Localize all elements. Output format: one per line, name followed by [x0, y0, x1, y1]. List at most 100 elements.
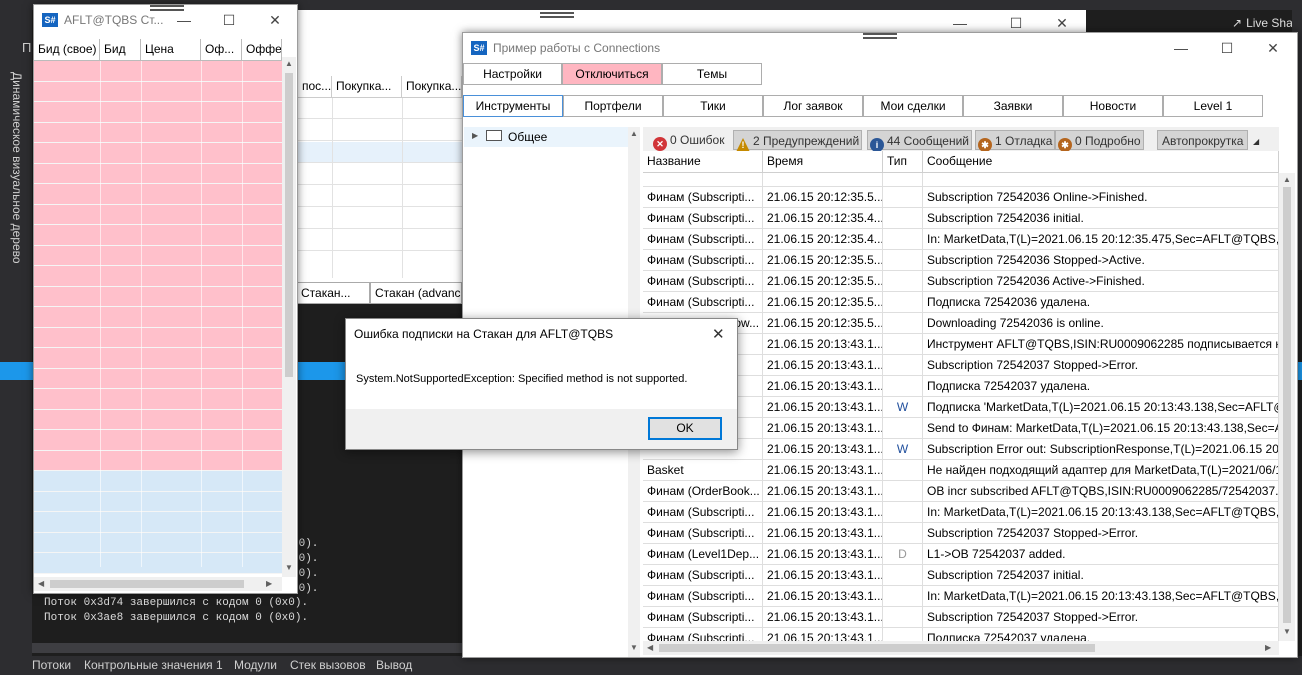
expand-icon[interactable]: ▶ [472, 131, 478, 140]
log-row[interactable]: Финам (Subscripti... 21.06.15 20:13:43.1.… [643, 628, 1279, 641]
log-row[interactable]: 21.06.15 20:13:43.1... Подписка 72542037 … [643, 376, 1279, 397]
drag-handle-icon[interactable] [863, 33, 897, 39]
output-scrollbar[interactable] [32, 643, 462, 653]
titlebar[interactable]: S# AFLT@TQBS Ст... — ☐ ✕ [34, 5, 297, 35]
log-row[interactable]: 21.06.15 20:13:43.1... W Subscription Erro… [643, 439, 1279, 460]
tab-portfolios[interactable]: Портфели [563, 95, 663, 117]
orderbook-row[interactable] [34, 389, 282, 410]
close-icon[interactable]: ✕ [265, 11, 285, 29]
maximize-icon[interactable]: ☐ [219, 11, 239, 29]
orderbook-row[interactable] [34, 266, 282, 287]
log-row[interactable]: 21.06.15 20:13:43.1... Send to Финам: Mar… [643, 418, 1279, 439]
orderbook-row[interactable] [34, 184, 282, 205]
log-row[interactable]: Финам (Subscripti... 21.06.15 20:13:43.1.… [643, 586, 1279, 607]
log-row[interactable]: Финам (Subscripti... 21.06.15 20:12:35.5.… [643, 271, 1279, 292]
scroll-thumb[interactable] [659, 644, 1095, 652]
orderbook-row[interactable] [34, 368, 282, 389]
horizontal-scrollbar[interactable]: ◀ ▶ [34, 577, 282, 591]
disconnect-button[interactable]: Отключиться [562, 63, 662, 85]
log-row[interactable]: 21.06.15 20:13:43.1... W Подписка 'MarketD… [643, 397, 1279, 418]
orderbook-row[interactable] [34, 553, 282, 574]
drag-handle-icon[interactable] [540, 12, 574, 18]
log-row[interactable]: Финам (OrderBook... 21.06.15 20:13:43.1..… [643, 481, 1279, 502]
live-visual-tree-tab[interactable]: Динамическое визуальное дерево [8, 72, 24, 272]
orderbook-row[interactable] [34, 471, 282, 492]
orderbook-row[interactable] [34, 532, 282, 553]
grid-row[interactable] [296, 208, 462, 229]
scroll-right-icon[interactable]: ▶ [1265, 643, 1271, 652]
vertical-scrollbar[interactable]: ▲ ▼ [282, 57, 296, 577]
tab-modules[interactable]: Модули [234, 658, 277, 672]
log-horizontal-scrollbar[interactable]: ◀ ▶ [643, 641, 1279, 655]
scroll-left-icon[interactable]: ◀ [38, 579, 44, 588]
tab-threads[interactable]: Потоки [32, 658, 71, 672]
titlebar[interactable]: S# Пример работы с Connections — ☐ ✕ [463, 33, 1297, 63]
warnings-filter-button[interactable]: ! 2 Предупреждений [733, 130, 863, 152]
tab-news[interactable]: Новости [1063, 95, 1163, 117]
tab-watch-1[interactable]: Контрольные значения 1 [84, 658, 223, 672]
log-row[interactable]: 21.06.15 20:13:43.1... Инструмент AFLT@TQ… [643, 334, 1279, 355]
orderbook-row[interactable] [34, 450, 282, 471]
scroll-right-icon[interactable]: ▶ [266, 579, 272, 588]
log-row[interactable]: Финам (Subscripti... 21.06.15 20:13:43.1.… [643, 565, 1279, 586]
log-row[interactable]: 21.06.15 20:13:43.1... Subscription 72542… [643, 355, 1279, 376]
orderbook-row[interactable] [34, 245, 282, 266]
vs-menu-item[interactable]: П [22, 40, 31, 55]
errors-filter-button[interactable]: ✕ 0 Ошибок [653, 130, 724, 151]
grid-row[interactable] [296, 186, 462, 207]
minimize-icon[interactable]: — [1171, 39, 1191, 57]
close-icon[interactable]: ✕ [1052, 14, 1072, 32]
log-header-type[interactable]: Тип [883, 151, 923, 173]
scroll-down-icon[interactable]: ▼ [630, 643, 638, 652]
grid-row[interactable] [296, 142, 462, 163]
ok-button[interactable]: OK [648, 417, 722, 440]
overflow-icon[interactable]: ◢ [1253, 137, 1259, 146]
minimize-icon[interactable]: — [174, 11, 194, 29]
scroll-up-icon[interactable]: ▲ [630, 129, 638, 138]
orderbook-row[interactable] [34, 163, 282, 184]
log-row[interactable]: Финам (Subscripti... 21.06.15 20:12:35.4.… [643, 229, 1279, 250]
orderbook-row[interactable] [34, 225, 282, 246]
log-vertical-scrollbar[interactable]: ▲ ▼ [1279, 173, 1295, 641]
scroll-thumb[interactable] [1283, 187, 1291, 623]
tab-level1[interactable]: Level 1 [1163, 95, 1263, 117]
close-icon[interactable]: ✕ [1263, 39, 1283, 57]
log-row[interactable]: Финам (Subscripti... 21.06.15 20:13:43.1.… [643, 502, 1279, 523]
tab-themes[interactable]: Темы [662, 63, 762, 85]
tab-instruments[interactable]: Инструменты [463, 95, 563, 117]
grid-header[interactable]: Покупка... [332, 76, 402, 98]
grid-header[interactable]: Покупка... [402, 76, 462, 98]
scroll-thumb[interactable] [50, 580, 244, 588]
orderbook-row[interactable] [34, 327, 282, 348]
grid-row[interactable] [296, 164, 462, 185]
grid-header-own-ask[interactable]: Оффе [242, 39, 282, 61]
grid-header-price[interactable]: Цена [141, 39, 201, 61]
log-row[interactable] [643, 173, 1279, 187]
orderbook-row[interactable] [34, 307, 282, 328]
orderbook-row[interactable] [34, 81, 282, 102]
scroll-up-icon[interactable]: ▲ [1283, 175, 1291, 184]
log-row[interactable]: Финам (Subscripti... 21.06.15 20:12:35.5.… [643, 292, 1279, 313]
tab-my-trades[interactable]: Мои сделки [863, 95, 963, 117]
log-row[interactable]: Финам (Subscripti... 21.06.15 20:12:35.5.… [643, 250, 1279, 271]
log-row[interactable]: Финам (Level1Dep... 21.06.15 20:13:43.1..… [643, 544, 1279, 565]
grid-header-ask[interactable]: Оф... [201, 39, 242, 61]
log-row[interactable]: Basket 21.06.15 20:13:43.1... Не найден по… [643, 460, 1279, 481]
grid-row[interactable] [296, 230, 462, 251]
verbose-filter-button[interactable]: ✱ 0 Подробно [1055, 130, 1144, 152]
tree-node-general[interactable]: ▶ Общее [464, 127, 628, 147]
orderbook-row[interactable] [34, 286, 282, 307]
minimize-icon[interactable]: — [950, 14, 970, 32]
orderbook-row[interactable] [34, 204, 282, 225]
debug-filter-button[interactable]: ✱ 1 Отладка [975, 130, 1056, 152]
tab-settings[interactable]: Настройки [463, 63, 562, 85]
orderbook-row[interactable] [34, 348, 282, 369]
orderbook-row[interactable] [34, 143, 282, 164]
close-icon[interactable]: ✕ [712, 325, 725, 343]
orderbook-row[interactable] [34, 409, 282, 430]
log-row[interactable]: Финам (Subscripti... 21.06.15 20:13:43.1.… [643, 607, 1279, 628]
maximize-icon[interactable]: ☐ [1217, 39, 1237, 57]
orderbook-grid[interactable] [34, 61, 282, 581]
scroll-down-icon[interactable]: ▼ [285, 563, 293, 572]
grid-row[interactable] [296, 120, 462, 141]
